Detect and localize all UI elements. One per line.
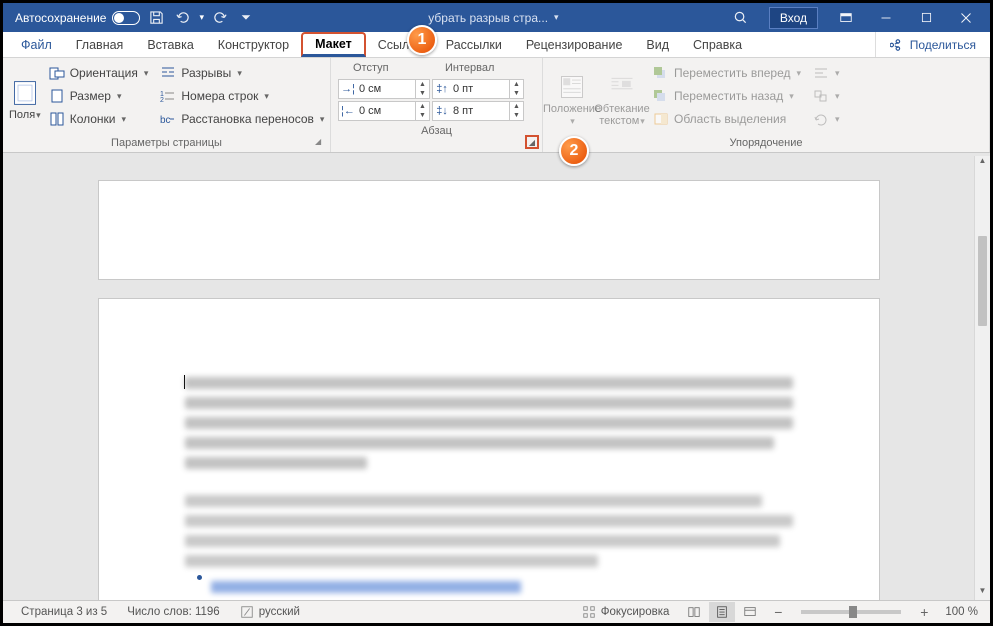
status-page[interactable]: Страница 3 из 5 xyxy=(11,606,117,618)
ribbon: Поля▾ Ориентация▾ Размер▾ Колонки▾ xyxy=(3,58,990,153)
paragraph-dialog-launcher[interactable]: ◢ xyxy=(525,135,539,149)
page-setup-group-label: Параметры страницы xyxy=(9,134,324,152)
close-icon[interactable] xyxy=(946,3,986,32)
selection-pane-button[interactable]: Область выделения xyxy=(649,108,805,130)
tab-mailings[interactable]: Рассылки xyxy=(434,32,514,57)
zoom-level[interactable]: 100 % xyxy=(939,606,982,618)
tab-insert[interactable]: Вставка xyxy=(135,32,205,57)
spacing-after-input[interactable]: ‡↓ 8 пт ▲▼ xyxy=(432,101,524,121)
document-area[interactable] xyxy=(3,156,974,600)
tab-file[interactable]: Файл xyxy=(9,32,64,57)
paragraph-group-label: Абзац xyxy=(337,122,536,140)
undo-icon[interactable] xyxy=(172,8,192,28)
document-title: убрать разрыв стра... xyxy=(428,11,548,25)
breaks-button[interactable]: Разрывы▾ xyxy=(156,62,328,84)
status-language[interactable]: русский xyxy=(230,605,310,619)
titlebar: Автосохранение ▾ ⏷ убрать разрыв стра...… xyxy=(3,3,990,32)
page-setup-launcher[interactable]: ◢ xyxy=(315,137,327,149)
autosave-toggle[interactable] xyxy=(112,11,140,25)
spacing-before-input[interactable]: ‡↑ 0 пт ▲▼ xyxy=(432,79,524,99)
tab-view[interactable]: Вид xyxy=(634,32,681,57)
svg-text:bc: bc xyxy=(160,115,171,126)
send-backward-button[interactable]: Переместить назад▾ xyxy=(649,85,805,107)
margins-button[interactable]: Поля▾ xyxy=(9,62,41,134)
web-layout-icon[interactable] xyxy=(737,602,763,622)
wrap-text-button[interactable]: Обтекание текстом▾ xyxy=(599,62,645,134)
callout-badge-2: 2 xyxy=(559,136,589,166)
bring-forward-button[interactable]: Переместить вперед▾ xyxy=(649,62,805,84)
indent-right-input[interactable]: ¦← 0 см ▲▼ xyxy=(338,101,430,121)
maximize-icon[interactable] xyxy=(906,3,946,32)
read-mode-icon[interactable] xyxy=(681,602,707,622)
document-page xyxy=(98,180,880,280)
status-focus[interactable]: Фокусировка xyxy=(572,605,680,619)
orientation-button[interactable]: Ориентация▾ xyxy=(45,62,153,84)
vertical-scrollbar[interactable]: ▲ ▼ xyxy=(974,156,990,600)
ribbon-tabs: Файл Главная Вставка Конструктор Макет С… xyxy=(3,32,990,58)
indent-heading: Отступ xyxy=(337,62,429,78)
position-button[interactable]: Положение▾ xyxy=(549,62,595,134)
share-button[interactable]: Поделиться xyxy=(875,32,990,57)
callout-badge-1: 1 xyxy=(407,25,437,55)
zoom-in-icon[interactable]: + xyxy=(911,602,937,622)
tab-home[interactable]: Главная xyxy=(64,32,136,57)
qat-customize-icon[interactable]: ⏷ xyxy=(236,8,256,28)
spacing-heading: Интервал xyxy=(429,62,494,78)
tab-help[interactable]: Справка xyxy=(681,32,754,57)
svg-text:2: 2 xyxy=(160,97,164,103)
login-button[interactable]: Вход xyxy=(769,7,818,29)
statusbar: Страница 3 из 5 Число слов: 1196 русский… xyxy=(3,600,990,623)
save-icon[interactable] xyxy=(146,8,166,28)
tab-review[interactable]: Рецензирование xyxy=(514,32,635,57)
print-layout-icon[interactable] xyxy=(709,602,735,622)
share-label: Поделиться xyxy=(910,38,976,52)
tab-design[interactable]: Конструктор xyxy=(206,32,301,57)
redo-icon[interactable] xyxy=(210,8,230,28)
align-button[interactable]: ▾ xyxy=(809,62,835,84)
minimize-icon[interactable] xyxy=(866,3,906,32)
indent-left-input[interactable]: →¦ 0 см ▲▼ xyxy=(338,79,430,99)
search-icon[interactable] xyxy=(731,8,751,28)
zoom-slider[interactable] xyxy=(801,610,901,614)
group-button[interactable]: ▾ xyxy=(809,85,835,107)
zoom-out-icon[interactable]: − xyxy=(765,602,791,622)
status-word-count[interactable]: Число слов: 1196 xyxy=(117,606,229,618)
columns-button[interactable]: Колонки▾ xyxy=(45,108,153,130)
ribbon-display-icon[interactable] xyxy=(826,3,866,32)
arrange-group-label: Упорядочение xyxy=(549,134,983,152)
line-numbers-button[interactable]: 12 Номера строк▾ xyxy=(156,85,328,107)
rotate-button[interactable]: ▾ xyxy=(809,108,835,130)
autosave-label: Автосохранение xyxy=(15,11,106,25)
size-button[interactable]: Размер▾ xyxy=(45,85,153,107)
tab-layout[interactable]: Макет xyxy=(301,32,366,57)
document-page xyxy=(98,298,880,600)
hyphenation-button[interactable]: bc Расстановка переносов▾ xyxy=(156,108,328,130)
